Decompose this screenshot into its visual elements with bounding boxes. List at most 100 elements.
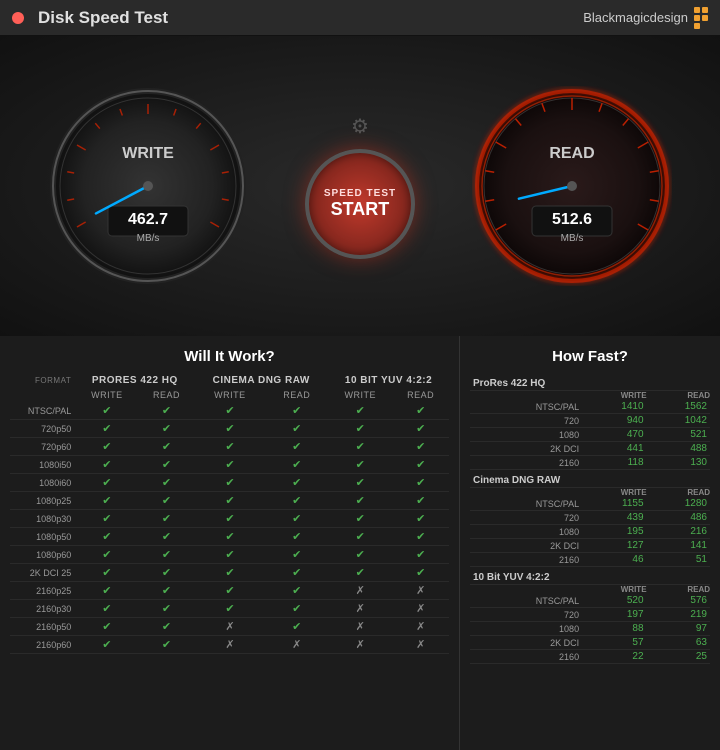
close-button[interactable] <box>12 12 24 24</box>
compat-cell: ✔ <box>392 456 449 474</box>
read-val-cell: 521 <box>647 428 710 442</box>
check-mark: ✔ <box>102 441 111 453</box>
read-val-cell: 576 <box>647 594 710 608</box>
table-row: 1080i50✔✔✔✔✔✔ <box>10 456 449 474</box>
speed-row: 1080195216 <box>470 525 710 539</box>
compat-cell: ✔ <box>139 528 195 546</box>
check-mark: ✔ <box>225 405 234 417</box>
cross-mark: ✗ <box>356 603 365 615</box>
check-mark: ✔ <box>102 621 111 633</box>
read-val-cell: 216 <box>647 525 710 539</box>
write-val-cell: 46 <box>583 553 646 567</box>
compat-cell: ✔ <box>392 474 449 492</box>
check-mark: ✔ <box>225 459 234 471</box>
format-cell: 1080p60 <box>10 546 75 564</box>
res-name-cell: 720 <box>470 511 583 525</box>
compat-cell: ✔ <box>328 402 392 420</box>
format-sub-header <box>10 388 75 402</box>
check-mark: ✔ <box>292 513 301 525</box>
check-mark: ✔ <box>162 621 171 633</box>
compat-cell: ✔ <box>139 636 195 654</box>
check-mark: ✔ <box>102 567 111 579</box>
check-mark: ✔ <box>102 639 111 651</box>
compat-cell: ✔ <box>328 474 392 492</box>
format-cell: 2160p50 <box>10 618 75 636</box>
table-row: 720p60✔✔✔✔✔✔ <box>10 438 449 456</box>
check-mark: ✔ <box>162 549 171 561</box>
speed-row: NTSC/PAL14101562 <box>470 400 710 414</box>
compat-table: FORMAT ProRes 422 HQ Cinema DNG RAW 10 B… <box>10 373 449 654</box>
compat-cell: ✔ <box>139 420 195 438</box>
res-name-cell: 2K DCI <box>470 636 583 650</box>
speed-row: 1080470521 <box>470 428 710 442</box>
check-mark: ✔ <box>416 513 425 525</box>
res-name-cell: 2160 <box>470 553 583 567</box>
speed-test-button[interactable]: SPEED TEST START <box>305 149 415 259</box>
check-mark: ✔ <box>356 441 365 453</box>
format-cell: 1080i50 <box>10 456 75 474</box>
table-row: 1080i60✔✔✔✔✔✔ <box>10 474 449 492</box>
compat-cell: ✔ <box>139 402 195 420</box>
compat-cell: ✔ <box>328 564 392 582</box>
check-mark: ✔ <box>102 405 111 417</box>
compat-cell: ✔ <box>75 492 138 510</box>
codec-name-cell: 10 Bit YUV 4:2:2 <box>470 567 710 585</box>
format-cell: 1080p30 <box>10 510 75 528</box>
check-mark: ✔ <box>225 441 234 453</box>
compat-cell: ✔ <box>194 528 265 546</box>
table-row: 1080p60✔✔✔✔✔✔ <box>10 546 449 564</box>
res-name-cell: 1080 <box>470 525 583 539</box>
format-cell: 720p60 <box>10 438 75 456</box>
compat-cell: ✔ <box>139 582 195 600</box>
res-name-cell: 2K DCI <box>470 442 583 456</box>
read-val-cell: 219 <box>647 608 710 622</box>
check-mark: ✔ <box>416 549 425 561</box>
check-mark: ✔ <box>292 423 301 435</box>
compat-cell: ✗ <box>328 636 392 654</box>
brand-dots <box>694 7 708 29</box>
check-mark: ✔ <box>102 513 111 525</box>
wr-header-row: WRITEREAD <box>470 488 710 498</box>
write-gauge: WRITE 462.7 MB/s <box>48 86 248 286</box>
compat-cell: ✔ <box>328 510 392 528</box>
cross-mark: ✗ <box>416 603 425 615</box>
check-mark: ✔ <box>225 477 234 489</box>
check-mark: ✔ <box>102 477 111 489</box>
cross-mark: ✗ <box>416 585 425 597</box>
compat-cell: ✔ <box>265 528 328 546</box>
speed-row: 2K DCI127141 <box>470 539 710 553</box>
check-mark: ✔ <box>356 459 365 471</box>
speed-row: 21602225 <box>470 650 710 664</box>
compat-cell: ✔ <box>139 600 195 618</box>
compat-cell: ✔ <box>75 438 138 456</box>
check-mark: ✔ <box>162 405 171 417</box>
compat-cell: ✔ <box>75 510 138 528</box>
check-mark: ✔ <box>225 585 234 597</box>
compat-cell: ✔ <box>328 420 392 438</box>
res-name-cell: 2160 <box>470 650 583 664</box>
write-val-cell: 441 <box>583 442 646 456</box>
check-mark: ✔ <box>225 495 234 507</box>
speed-table: ProRes 422 HQWRITEREADNTSC/PAL1410156272… <box>470 373 710 664</box>
compat-cell: ✔ <box>392 546 449 564</box>
yuv-read-header: READ <box>392 388 449 402</box>
check-mark: ✔ <box>356 423 365 435</box>
yuv-write-header: WRITE <box>328 388 392 402</box>
compat-cell: ✗ <box>328 600 392 618</box>
check-mark: ✔ <box>225 531 234 543</box>
check-mark: ✔ <box>102 531 111 543</box>
format-cell: 2160p30 <box>10 600 75 618</box>
compat-cell: ✔ <box>392 492 449 510</box>
check-mark: ✔ <box>416 405 425 417</box>
compat-cell: ✔ <box>194 420 265 438</box>
table-row: 1080p25✔✔✔✔✔✔ <box>10 492 449 510</box>
compat-cell: ✔ <box>75 420 138 438</box>
will-it-work-title: Will It Work? <box>10 348 449 365</box>
check-mark: ✔ <box>162 495 171 507</box>
format-cell: 2160p25 <box>10 582 75 600</box>
compat-cell: ✔ <box>265 402 328 420</box>
speed-row: 10808897 <box>470 622 710 636</box>
svg-text:READ: READ <box>549 145 594 162</box>
cross-mark: ✗ <box>416 621 425 633</box>
check-mark: ✔ <box>162 603 171 615</box>
